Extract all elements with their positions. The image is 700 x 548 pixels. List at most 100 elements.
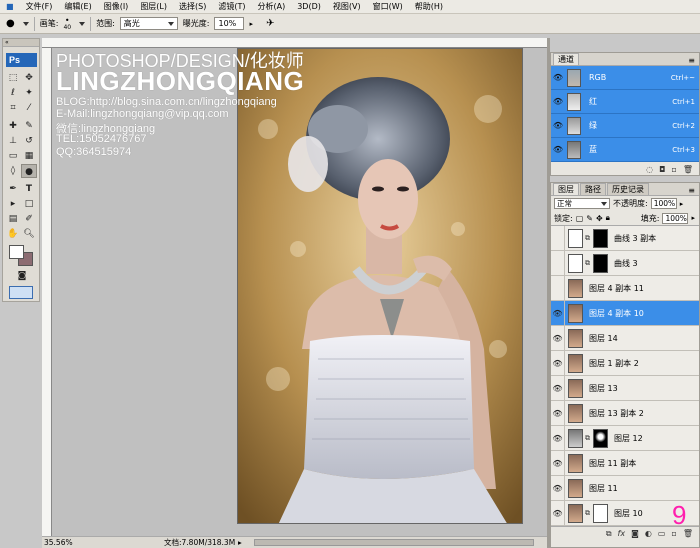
layer-row[interactable]: 👁︎ 图层 1 副本 2 [551,350,699,376]
layer-row[interactable]: ⧉ 曲线 3 副本 [551,225,699,251]
fill-slider-toggle[interactable]: ▸ [691,214,695,222]
layer-mask-thumbnail[interactable] [593,253,608,273]
load-selection-icon[interactable]: ◌ [646,165,653,174]
toolbox-grip[interactable]: « [3,39,39,47]
eye-icon[interactable]: 👁︎ [551,97,565,106]
lock-transparent-icon[interactable]: ▢ [576,214,584,223]
tab-channels[interactable]: 通道 [553,53,579,65]
zoom-tool-icon[interactable]: 🔍︎ [21,227,37,241]
chevron-down-icon[interactable] [22,21,29,26]
exposure-slider-toggle[interactable]: ▸ [249,20,253,28]
opacity-slider-toggle[interactable]: ▸ [680,200,684,208]
new-group-icon[interactable]: ▭ [658,529,666,538]
eraser-tool-icon[interactable]: ▭ [5,149,21,163]
lasso-tool-icon[interactable]: ℓ [5,86,21,100]
layer-mask-thumbnail[interactable] [593,428,608,448]
opacity-input[interactable]: 100% [650,198,677,209]
add-mask-icon[interactable]: ◙ [631,529,639,538]
tab-history[interactable]: 历史记录 [607,183,649,195]
layer-mask-thumbnail[interactable] [593,503,608,523]
chevron-down-icon[interactable] [79,21,86,26]
menu-edit[interactable]: 编辑(E) [58,0,97,14]
eye-icon[interactable]: 👁︎ [551,450,565,476]
panel-menu-icon[interactable]: ≡ [688,186,695,195]
menu-analysis[interactable]: 分析(A) [251,0,291,14]
link-layers-icon[interactable]: ⧉ [606,529,612,539]
tab-paths[interactable]: 路径 [580,183,606,195]
channel-row-green[interactable]: 👁︎ 绿 Ctrl+2 [551,114,699,138]
eye-icon[interactable]: 👁︎ [551,73,565,82]
layer-row[interactable]: 👁︎ 图层 13 副本 2 [551,400,699,426]
eye-icon[interactable]: 👁︎ [551,145,565,154]
layer-row[interactable]: ⧉ 曲线 3 [551,250,699,276]
menu-help[interactable]: 帮助(H) [409,0,449,14]
menu-window[interactable]: 窗口(W) [367,0,409,14]
eye-icon[interactable]: 👁︎ [551,350,565,376]
menu-image[interactable]: 图像(I) [98,0,135,14]
layer-style-icon[interactable]: fx [618,529,626,538]
rectangle-tool-icon[interactable]: □ [21,197,37,211]
eye-icon[interactable]: 👁︎ [551,121,565,130]
visibility-toggle[interactable] [551,225,565,251]
visibility-toggle[interactable] [551,250,565,276]
crop-tool-icon[interactable]: ⌗ [5,101,21,115]
blur-tool-icon[interactable]: ◊ [5,164,21,178]
fill-input[interactable]: 100% [662,212,689,224]
layer-row-selected[interactable]: 👁︎ 图层 4 副本 10 [551,300,699,326]
layer-row[interactable]: 👁︎ 图层 11 [551,475,699,501]
layer-row[interactable]: 👁︎ 图层 13 [551,375,699,401]
eye-icon[interactable]: 👁︎ [551,475,565,501]
panel-menu-icon[interactable]: ≡ [688,56,695,65]
delete-icon[interactable]: 🗑︎ [683,165,693,174]
eyedropper-icon[interactable]: ✐ [21,212,37,226]
eye-icon[interactable]: 👁︎ [551,325,565,351]
visibility-toggle[interactable] [551,275,565,301]
path-selection-icon[interactable]: ▸ [5,197,21,211]
channel-row-blue[interactable]: 👁︎ 蓝 Ctrl+3 [551,138,699,162]
history-brush-icon[interactable]: ↺ [21,134,37,148]
adjustment-layer-icon[interactable]: ◐ [645,529,652,538]
eyedropper-tool-icon[interactable]: ⁄ [21,101,37,115]
healing-brush-icon[interactable]: ✚ [5,119,21,133]
menu-file[interactable]: 文件(F) [20,0,59,14]
foreground-color-swatch[interactable] [9,245,24,259]
layer-row[interactable]: 👁︎ 图层 11 副本 [551,450,699,476]
menu-layer[interactable]: 图层(L) [134,0,173,14]
status-menu-arrow[interactable]: ▸ [238,537,242,548]
eye-icon[interactable]: 👁︎ [551,500,565,526]
dodge-tool-icon[interactable]: ● [21,164,37,178]
document-photo[interactable] [237,48,523,524]
dodge-tool-icon[interactable]: ● [6,18,15,29]
quick-mask-icon[interactable]: ◙ [14,269,30,283]
new-channel-icon[interactable]: ▫ [671,165,676,174]
magic-wand-icon[interactable]: ✦ [21,86,37,100]
range-select[interactable]: 高光 [119,17,178,30]
menu-select[interactable]: 选择(S) [173,0,212,14]
save-selection-icon[interactable]: ◘ [659,165,665,174]
gradient-tool-icon[interactable]: ▦ [21,149,37,163]
clone-stamp-icon[interactable]: ⊥ [5,134,21,148]
exposure-input[interactable]: 10% [214,17,245,30]
pen-tool-icon[interactable]: ✒ [5,182,21,196]
airbrush-icon[interactable]: ✈ [266,18,274,29]
brush-tool-icon[interactable]: ✎ [21,119,37,133]
eye-icon[interactable]: 👁︎ [551,300,565,326]
tab-layers[interactable]: 图层 [553,183,579,195]
hand-tool-icon[interactable]: ✋ [5,227,21,241]
layer-row[interactable]: 👁︎ 图层 14 [551,325,699,351]
channel-row-red[interactable]: 👁︎ 红 Ctrl+1 [551,90,699,114]
menu-filter[interactable]: 滤镜(T) [212,0,251,14]
move-tool-icon[interactable]: ✥ [21,71,37,85]
marquee-tool-icon[interactable]: ⬚ [5,71,21,85]
zoom-level[interactable]: 35.56% [44,537,73,548]
blend-mode-select[interactable]: 正常 [554,198,610,209]
layer-mask-thumbnail[interactable] [593,228,608,248]
lock-position-icon[interactable]: ✥ [596,214,603,223]
type-tool-icon[interactable]: T [21,182,37,196]
eye-icon[interactable]: 👁︎ [551,400,565,426]
notes-tool-icon[interactable]: ▤ [5,212,21,226]
horizontal-scrollbar[interactable] [254,539,534,546]
eye-icon[interactable]: 👁︎ [551,375,565,401]
screen-mode-icon[interactable] [9,286,33,299]
layer-row[interactable]: 👁︎ ⧉ 图层 12 [551,425,699,451]
